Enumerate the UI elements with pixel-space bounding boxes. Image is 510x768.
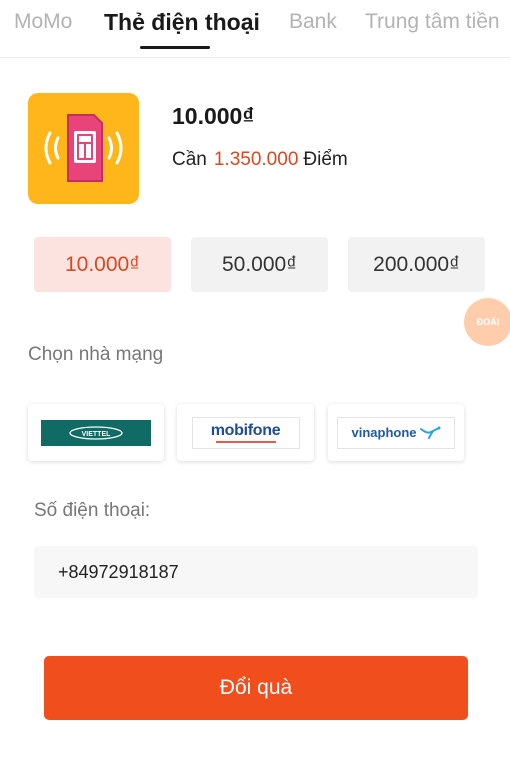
tab-money-center[interactable]: Trung tâm tiền xyxy=(365,10,500,34)
points-suffix: Điểm xyxy=(303,149,348,170)
viettel-logo-text: VIETTEL xyxy=(82,431,112,438)
tab-bank[interactable]: Bank xyxy=(289,10,337,34)
phone-number-input[interactable]: +84972918187 xyxy=(34,546,478,598)
vinaphone-logo-text: vinaphone xyxy=(351,425,417,440)
carrier-viettel[interactable]: VIETTEL xyxy=(28,404,164,461)
phone-label: Số điện thoại: xyxy=(34,500,151,521)
denomination-50000[interactable]: 50.000₫ xyxy=(191,237,328,292)
product-price: 10.000₫ xyxy=(172,103,255,129)
tab-momo[interactable]: MoMo xyxy=(14,10,72,34)
points-value: 1.350.000 xyxy=(213,149,299,170)
float-bubble-text: ĐOÁI xyxy=(476,317,500,327)
redeem-button[interactable]: Đổi quà xyxy=(44,656,468,720)
carrier-section-label: Chọn nhà mạng xyxy=(28,344,164,365)
mobifone-logo: mobifone xyxy=(191,416,300,449)
vinaphone-logo: vinaphone xyxy=(337,416,455,449)
carrier-vinaphone[interactable]: vinaphone xyxy=(328,404,464,461)
tab-phone-card[interactable]: Thẻ điện thoại xyxy=(104,9,260,36)
active-tab-indicator xyxy=(140,46,210,49)
vinaphone-swirl-icon xyxy=(419,426,440,439)
need-prefix: Cần xyxy=(172,149,207,170)
viettel-logo: VIETTEL xyxy=(41,419,151,446)
mobifone-logo-underline xyxy=(215,440,276,443)
carrier-mobifone[interactable]: mobifone xyxy=(177,404,314,461)
sim-card-icon xyxy=(28,93,139,204)
points-required: Cần 1.350.000 Điểm xyxy=(172,149,348,171)
denomination-200000[interactable]: 200.000₫ xyxy=(348,237,485,292)
floating-action-bubble[interactable]: ĐOÁI xyxy=(464,298,510,346)
tab-bar: MoMo Thẻ điện thoại Bank Trung tâm tiền xyxy=(0,0,510,58)
mobifone-logo-text: mobifone xyxy=(210,421,281,439)
denomination-10000[interactable]: 10.000₫ xyxy=(34,237,171,292)
